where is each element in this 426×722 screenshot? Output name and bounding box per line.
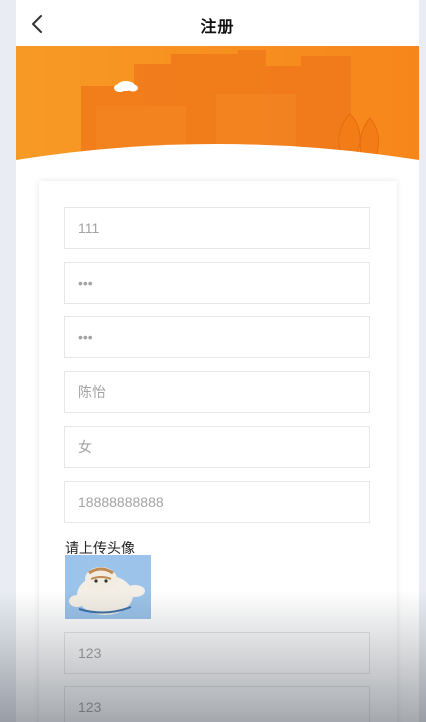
extra-input-2[interactable]: 123 <box>64 686 370 722</box>
page-title: 注册 <box>200 19 235 36</box>
register-screen: 注册 111 ••• ••• 陈怡 女 18888888888 请上传头像 12… <box>16 0 419 722</box>
avatar-thumbnail <box>65 555 151 619</box>
phone-input[interactable]: 18888888888 <box>64 481 370 523</box>
gender-input[interactable]: 女 <box>64 426 370 468</box>
banner-illustration <box>16 46 419 176</box>
username-input[interactable]: 111 <box>64 207 370 249</box>
extra-input-1[interactable]: 123 <box>64 632 370 674</box>
password-input[interactable]: ••• <box>64 262 370 304</box>
real-name-input[interactable]: 陈怡 <box>64 371 370 413</box>
nav-bar: 注册 <box>16 0 419 46</box>
confirm-password-input[interactable]: ••• <box>64 316 370 358</box>
register-form-card: 111 ••• ••• 陈怡 女 18888888888 请上传头像 123 1… <box>39 181 397 722</box>
avatar-upload-image[interactable] <box>65 555 151 619</box>
